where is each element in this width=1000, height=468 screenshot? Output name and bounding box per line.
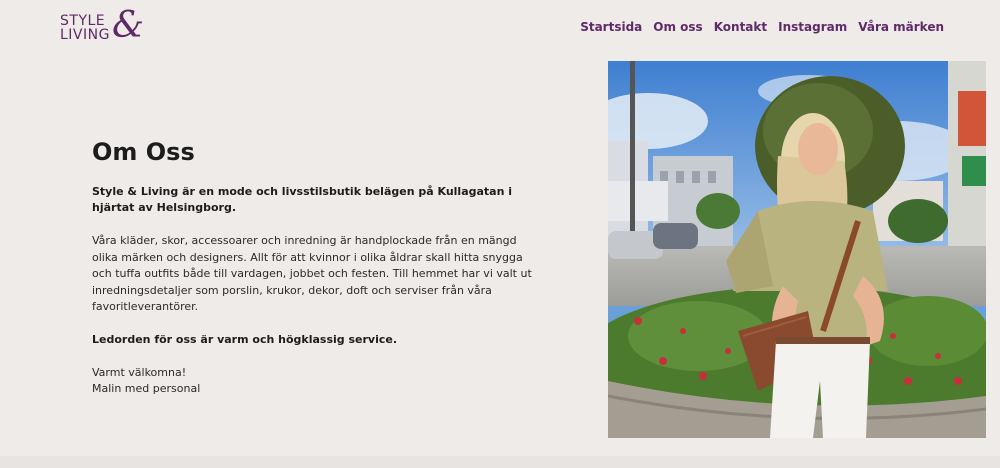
about-section: Om Oss Style & Living är en mode och liv… (92, 138, 542, 398)
photo-illustration (608, 61, 986, 438)
page-title: Om Oss (92, 138, 195, 166)
about-motto-text: Ledorden för oss är varm och högklassig … (92, 332, 397, 346)
nav-link-om-oss[interactable]: Om oss (653, 20, 702, 34)
nav-link-kontakt[interactable]: Kontakt (714, 20, 767, 34)
page-footer-strip (0, 456, 1000, 468)
nav-link-startsida[interactable]: Startsida (580, 20, 642, 34)
nav-link-instagram[interactable]: Instagram (778, 20, 847, 34)
site-header: STYLE LIVING & Startsida Om oss Kontakt … (0, 0, 1000, 60)
signature-text: Malin med personal (92, 382, 201, 395)
logo-ampersand: & (112, 5, 145, 46)
store-owner-photo (608, 61, 986, 438)
logo-line-style: STYLE (60, 13, 106, 29)
logo-line-living: LIVING (60, 27, 110, 43)
brand-logo[interactable]: STYLE LIVING & (60, 8, 160, 46)
main-nav: Startsida Om oss Kontakt Instagram Våra … (580, 20, 944, 34)
greeting-text: Varmt välkomna! (92, 365, 187, 379)
nav-link-vara-marken[interactable]: Våra märken (858, 20, 944, 34)
about-body-text: Våra kläder, skor, accessoarer och inred… (92, 234, 532, 313)
about-lead-text: Style & Living är en mode och livsstilsb… (92, 185, 513, 214)
about-signoff: Varmt välkomna! Malin med personal (92, 365, 542, 398)
